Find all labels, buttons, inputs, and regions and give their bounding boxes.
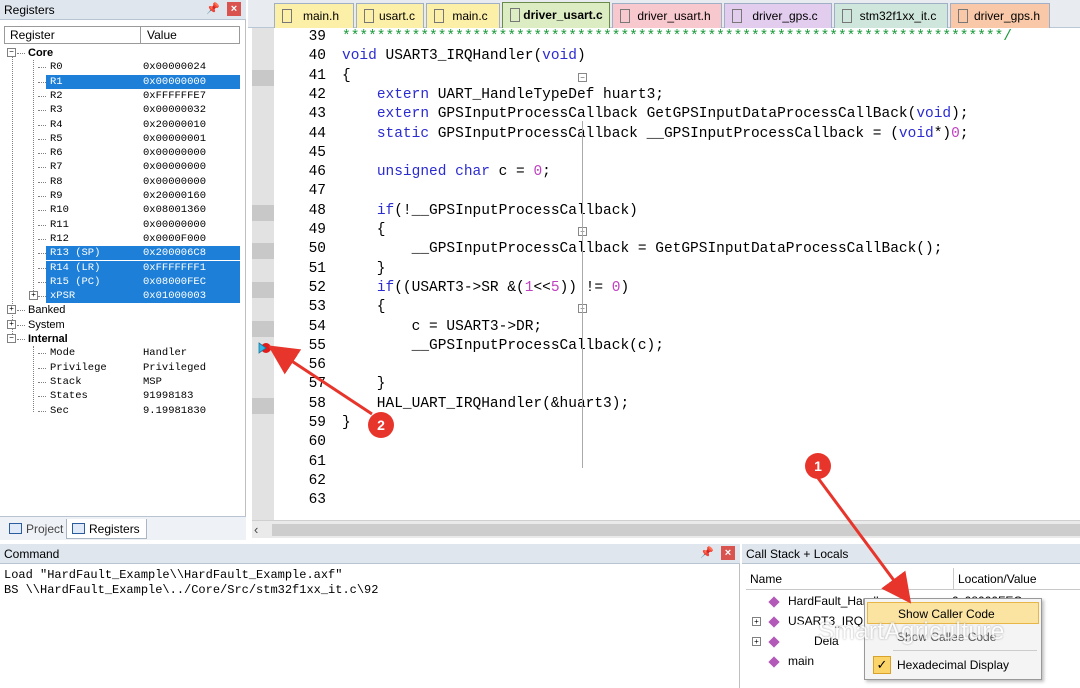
annotation-arrows <box>267 345 912 604</box>
arrow-to-menu <box>816 477 912 604</box>
arrow-to-breakpoint <box>267 345 373 416</box>
annotation-badge-2: 2 <box>368 412 394 438</box>
annotation-badge-1: 1 <box>805 453 831 479</box>
